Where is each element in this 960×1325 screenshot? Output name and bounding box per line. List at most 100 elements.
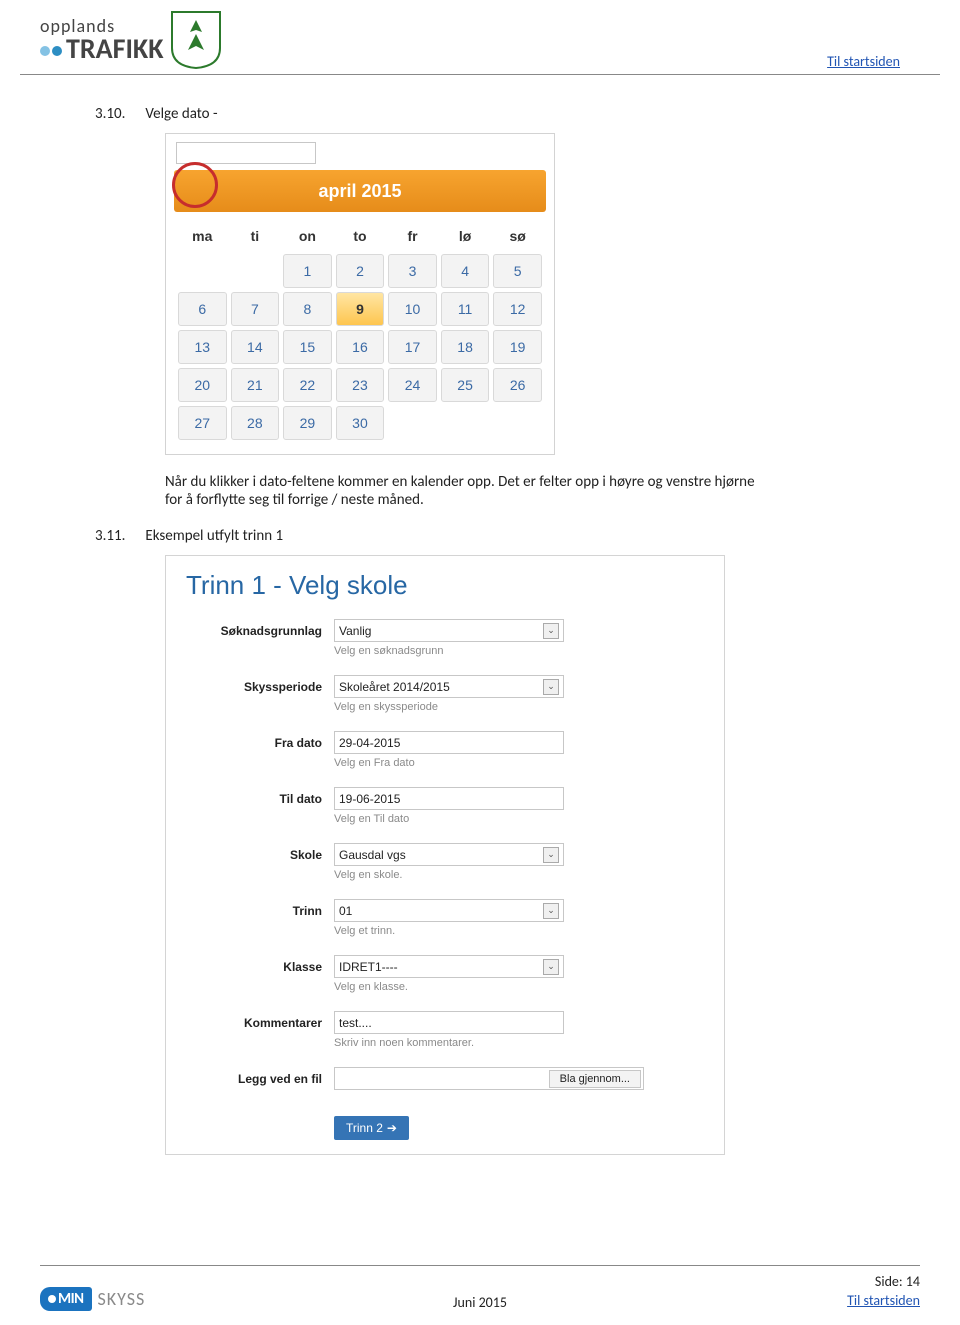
calendar-day[interactable]: 30 xyxy=(336,406,385,440)
calendar-day[interactable]: 18 xyxy=(441,330,490,364)
form-screenshot: Trinn 1 - Velg skole SøknadsgrunnlagVanl… xyxy=(165,555,725,1155)
calendar-day[interactable]: 8 xyxy=(283,292,332,326)
form-select[interactable]: IDRET1---- ⌄ xyxy=(334,955,564,978)
calendar-month-banner: april 2015 xyxy=(174,170,546,212)
calendar-day[interactable]: 21 xyxy=(231,368,280,402)
section-3-10-body: Når du klikker i dato-feltene kommer en … xyxy=(165,473,765,509)
calendar-day[interactable]: 5 xyxy=(493,254,542,288)
opplands-trafikk-logo: opplands TRAFIKK xyxy=(40,17,164,63)
trinn-2-button-label: Trinn 2 xyxy=(346,1121,383,1135)
form-help-text: Velg en skyssperiode xyxy=(334,701,704,713)
section-3-10-num: 3.10. xyxy=(95,105,125,123)
form-help-text: Velg en søknadsgrunn xyxy=(334,645,704,657)
calendar-day[interactable]: 28 xyxy=(231,406,280,440)
crest-icon xyxy=(170,10,222,70)
skyss-text: SKYSS xyxy=(98,1288,146,1310)
form-row: Legg ved en fil Bla gjennom... xyxy=(186,1067,704,1090)
form-input[interactable]: 29-04-2015 xyxy=(334,731,564,754)
calendar-day[interactable]: 29 xyxy=(283,406,332,440)
form-row: Kommentarertest....Skriv inn noen kommen… xyxy=(186,1011,704,1049)
footer-date: Juni 2015 xyxy=(453,1294,507,1311)
form-label: Legg ved en fil xyxy=(186,1067,334,1086)
form-row: SkoleGausdal vgs⌄Velg en skole. xyxy=(186,843,704,881)
chevron-down-icon: ⌄ xyxy=(543,903,559,919)
chevron-down-icon: ⌄ xyxy=(543,623,559,639)
form-label: Kommentarer xyxy=(186,1011,334,1030)
form-row: SkyssperiodeSkoleåret 2014/2015⌄ Velg en … xyxy=(186,675,704,713)
form-label: Til dato xyxy=(186,787,334,806)
page-header: opplands TRAFIKK Til startsiden xyxy=(20,0,940,75)
logo-block: opplands TRAFIKK xyxy=(40,10,222,70)
form-label: Klasse xyxy=(186,955,334,974)
calendar-day[interactable]: 6 xyxy=(178,292,227,326)
form-help-text: Velg en skole. xyxy=(334,869,704,881)
form-label: Fra dato xyxy=(186,731,334,750)
calendar-day[interactable]: 12 xyxy=(493,292,542,326)
file-input[interactable]: Bla gjennom... xyxy=(334,1067,644,1090)
calendar-date-input[interactable] xyxy=(176,142,316,164)
footer-startside-link[interactable]: Til startsiden xyxy=(847,1292,920,1309)
calendar-grid: mationtofrløsø12345678910111213141516171… xyxy=(166,212,554,454)
trinn-2-button[interactable]: Trinn 2 ➔ xyxy=(334,1116,409,1140)
calendar-day[interactable]: 25 xyxy=(441,368,490,402)
form-select[interactable]: Skoleåret 2014/2015⌄ xyxy=(334,675,564,698)
section-3-11-title: Eksempel utfylt trinn 1 xyxy=(145,527,283,545)
calendar-day[interactable]: 10 xyxy=(388,292,437,326)
chevron-down-icon: ⌄ xyxy=(543,847,559,863)
page-footer: MIN SKYSS Juni 2015 Side: 14 Til startsi… xyxy=(40,1265,920,1311)
calendar-day[interactable]: 22 xyxy=(283,368,332,402)
chevron-down-icon: ⌄ xyxy=(543,679,559,695)
form-select[interactable]: 01⌄ xyxy=(334,899,564,922)
form-select-value: Vanlig xyxy=(339,624,371,638)
header-startside-link[interactable]: Til startsiden xyxy=(827,53,900,70)
calendar-day[interactable]: 26 xyxy=(493,368,542,402)
section-3-11-num: 3.11. xyxy=(95,527,125,545)
form-row: SøknadsgrunnlagVanlig⌄Velg en søknadsgru… xyxy=(186,619,704,657)
calendar-day[interactable]: 7 xyxy=(231,292,280,326)
form-help-text: Velg en Til dato xyxy=(334,813,704,825)
footer-page-number: Side: 14 xyxy=(847,1272,920,1292)
form-input[interactable]: test.... xyxy=(334,1011,564,1034)
calendar-weekday: lø xyxy=(441,222,490,250)
calendar-day[interactable]: 14 xyxy=(231,330,280,364)
calendar-weekday: on xyxy=(283,222,332,250)
calendar-day[interactable]: 20 xyxy=(178,368,227,402)
calendar-weekday: sø xyxy=(493,222,542,250)
form-help-text: Velg en klasse. xyxy=(334,981,704,993)
form-row: Fra dato29-04-2015 Velg en Fra dato xyxy=(186,731,704,769)
calendar-day[interactable]: 23 xyxy=(336,368,385,402)
calendar-weekday: to xyxy=(336,222,385,250)
logo-text-big: TRAFIKK xyxy=(40,35,164,63)
form-select-value: Gausdal vgs xyxy=(339,848,406,862)
form-select[interactable]: Vanlig ⌄ xyxy=(334,619,564,642)
form-help-text: Velg en Fra dato xyxy=(334,757,704,769)
calendar-day[interactable]: 11 xyxy=(441,292,490,326)
calendar-weekday: fr xyxy=(388,222,437,250)
calendar-day[interactable]: 3 xyxy=(388,254,437,288)
calendar-day[interactable]: 27 xyxy=(178,406,227,440)
calendar-day[interactable]: 19 xyxy=(493,330,542,364)
arrow-right-icon: ➔ xyxy=(387,1121,397,1135)
calendar-day[interactable]: 13 xyxy=(178,330,227,364)
form-title: Trinn 1 - Velg skole xyxy=(186,570,704,601)
calendar-day[interactable]: 9 xyxy=(336,292,385,326)
section-3-10-title: Velge dato - xyxy=(145,105,217,123)
calendar-day[interactable]: 24 xyxy=(388,368,437,402)
calendar-day[interactable]: 16 xyxy=(336,330,385,364)
calendar-day[interactable]: 1 xyxy=(283,254,332,288)
form-label: Skyssperiode xyxy=(186,675,334,694)
form-select-value: IDRET1---- xyxy=(339,960,398,974)
form-label: Trinn xyxy=(186,899,334,918)
calendar-screenshot: april 2015 mationtofrløsø123456789101112… xyxy=(165,133,555,455)
form-help-text: Velg et trinn. xyxy=(334,925,704,937)
min-logo-badge: MIN xyxy=(40,1287,92,1311)
form-row: Trinn01⌄ Velg et trinn. xyxy=(186,899,704,937)
calendar-day[interactable]: 4 xyxy=(441,254,490,288)
form-select[interactable]: Gausdal vgs ⌄ xyxy=(334,843,564,866)
form-input[interactable]: 19-06-2015 xyxy=(334,787,564,810)
chevron-down-icon: ⌄ xyxy=(543,959,559,975)
calendar-day[interactable]: 2 xyxy=(336,254,385,288)
calendar-day[interactable]: 15 xyxy=(283,330,332,364)
browse-button[interactable]: Bla gjennom... xyxy=(549,1070,641,1088)
calendar-day[interactable]: 17 xyxy=(388,330,437,364)
